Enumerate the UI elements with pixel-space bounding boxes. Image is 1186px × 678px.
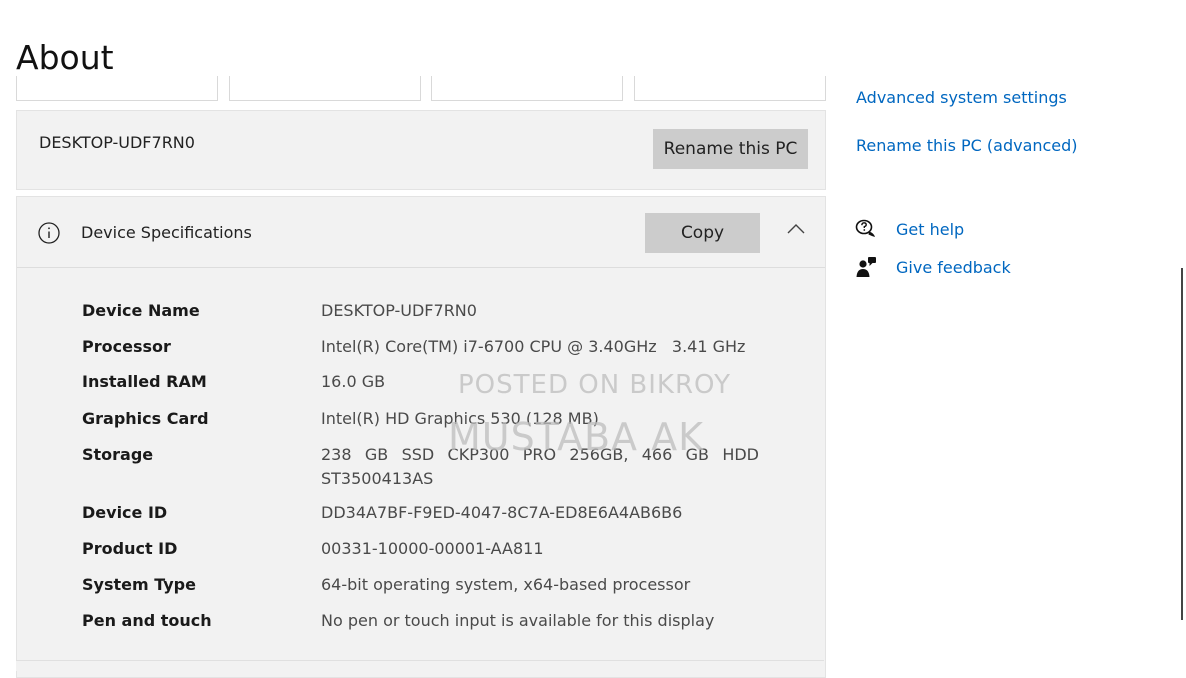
spec-value-processor: Intel(R) Core(TM) i7-6700 CPU @ 3.40GHz … [321, 337, 746, 356]
top-card-2[interactable] [229, 76, 421, 101]
spec-label-graphics-card: Graphics Card [82, 409, 209, 428]
give-feedback-icon [856, 257, 876, 277]
top-card-1[interactable] [16, 76, 218, 101]
spec-value-installed-ram: 16.0 GB [321, 372, 386, 391]
top-card-3[interactable] [431, 76, 623, 101]
info-icon [38, 222, 60, 244]
rename-panel: DESKTOP-UDF7RN0 Rename this PC [16, 110, 826, 190]
scrollbar[interactable] [1181, 268, 1183, 620]
spec-label-device-id: Device ID [82, 503, 168, 522]
spec-value-pen-touch: No pen or touch input is available for t… [321, 611, 715, 630]
top-card-4[interactable] [634, 76, 826, 101]
give-feedback-link[interactable]: Give feedback [896, 258, 1011, 277]
spec-label-system-type: System Type [82, 575, 196, 594]
get-help-link[interactable]: Get help [896, 220, 964, 239]
next-card[interactable] [16, 660, 824, 671]
spec-value-product-id: 00331-10000-00001-AA811 [321, 539, 544, 558]
get-help-icon [855, 219, 875, 237]
copy-button[interactable]: Copy [645, 213, 760, 253]
spec-value-storage: 238 GB SSD CKP300 PRO 256GB, 466 GB HDD … [321, 445, 759, 488]
spec-label-pen-touch: Pen and touch [82, 611, 212, 630]
specs-title: Device Specifications [81, 223, 252, 242]
page-title: About [16, 38, 114, 77]
spec-label-device-name: Device Name [82, 301, 200, 320]
spec-label-installed-ram: Installed RAM [82, 372, 207, 391]
spec-value-device-name: DESKTOP-UDF7RN0 [321, 301, 477, 320]
advanced-system-settings-link[interactable]: Advanced system settings [856, 88, 1067, 107]
specs-header[interactable]: Device Specifications Copy [17, 197, 825, 268]
spec-label-storage: Storage [82, 445, 154, 464]
rename-pc-button[interactable]: Rename this PC [653, 129, 808, 169]
spec-value-graphics-card: Intel(R) HD Graphics 530 (128 MB) [321, 409, 599, 428]
spec-value-device-id: DD34A7BF-F9ED-4047-8C7A-ED8E6A4AB6B6 [321, 503, 683, 522]
spec-label-processor: Processor [82, 337, 171, 356]
chevron-up-icon[interactable] [787, 223, 805, 235]
pc-name: DESKTOP-UDF7RN0 [39, 133, 195, 152]
device-specifications-panel: Device Specifications Copy Device Name D… [16, 196, 826, 678]
spec-value-system-type: 64-bit operating system, x64-based proce… [321, 575, 691, 594]
spec-label-product-id: Product ID [82, 539, 178, 558]
rename-pc-advanced-link[interactable]: Rename this PC (advanced) [856, 136, 1078, 155]
